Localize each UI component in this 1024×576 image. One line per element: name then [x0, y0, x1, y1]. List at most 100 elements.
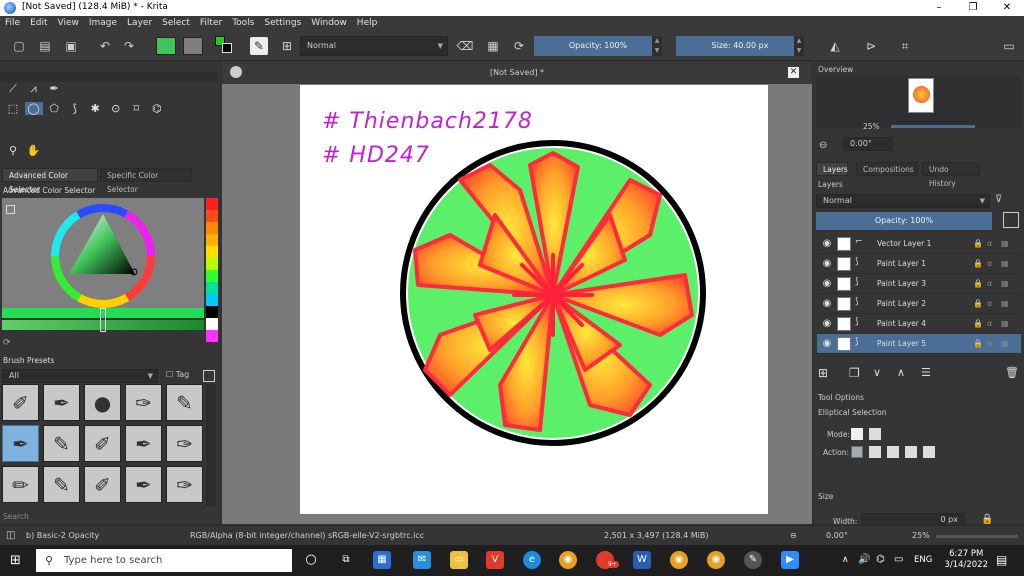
- close-window-button[interactable]: ✕: [990, 0, 1024, 16]
- brush-preset-airbrush-icon[interactable]: ●: [84, 384, 121, 421]
- checker-icon[interactable]: ▦: [1001, 339, 1009, 348]
- workspace-icon[interactable]: ▭: [1000, 37, 1018, 55]
- lock-ratio-icon[interactable]: 🔒: [981, 514, 993, 525]
- presets-scrollbar[interactable]: [206, 384, 216, 506]
- chrome-icon[interactable]: ◉: [559, 551, 577, 569]
- brush-preset-brush-icon[interactable]: ✒: [125, 425, 162, 462]
- layer-options-icon[interactable]: [1003, 212, 1019, 228]
- fill-pattern-button[interactable]: [183, 37, 203, 55]
- layer-row[interactable]: ◉ ⟆ Paint Layer 2 🔒 α ▦: [817, 294, 1021, 314]
- brush-preset-basic-icon[interactable]: ✒: [2, 425, 39, 462]
- visibility-eye-icon[interactable]: ◉: [821, 258, 833, 270]
- undo-icon[interactable]: ↶: [96, 37, 114, 55]
- windows-start-icon[interactable]: ⊞: [10, 553, 21, 568]
- brush-preset-fineliner-icon[interactable]: ✐: [84, 466, 121, 503]
- polyline-tool-icon[interactable]: ⩘: [25, 82, 43, 96]
- overview-rotation[interactable]: 0.00°: [843, 137, 893, 151]
- blend-mode-combo[interactable]: Normal ▼: [300, 36, 448, 56]
- document-canvas[interactable]: # Thienbach2178 # HD247: [300, 85, 768, 514]
- visibility-eye-icon[interactable]: ◉: [821, 338, 833, 350]
- action-add-icon[interactable]: [887, 446, 899, 458]
- menu-image[interactable]: Image: [84, 16, 122, 31]
- chrome-profile2-icon[interactable]: ◉: [707, 551, 725, 569]
- network-icon[interactable]: ⌬: [876, 554, 885, 565]
- mirror-vertical-icon[interactable]: ⊳: [862, 37, 880, 55]
- menu-settings[interactable]: Settings: [259, 16, 306, 31]
- brush-preset-pencil-icon[interactable]: ✎: [43, 425, 80, 462]
- visibility-eye-icon[interactable]: ◉: [821, 238, 833, 250]
- pan-tool-icon[interactable]: ✋: [25, 144, 43, 157]
- mode-pixel-icon[interactable]: [869, 428, 881, 440]
- edge-icon[interactable]: e: [523, 551, 541, 569]
- checker-icon[interactable]: ▦: [1001, 299, 1009, 308]
- layer-row[interactable]: ◉ ⟆ Paint Layer 1 🔒 α ▦: [817, 254, 1021, 274]
- eraser-mode-icon[interactable]: ⌫: [456, 37, 474, 55]
- tab-compositions[interactable]: Compositions: [856, 162, 918, 176]
- maximize-button[interactable]: ❐: [956, 0, 990, 16]
- zoom-status[interactable]: 25%: [912, 531, 930, 540]
- menu-view[interactable]: View: [53, 16, 84, 31]
- save-icon[interactable]: ▣: [62, 37, 80, 55]
- opacity-slider[interactable]: Opacity: 100% ▲ ▼: [534, 36, 662, 56]
- action-subtract-icon[interactable]: [905, 446, 917, 458]
- lock-icon[interactable]: 🔒: [973, 299, 983, 308]
- zoom-slider[interactable]: [936, 535, 1018, 538]
- brush-preset-blue-pen-icon[interactable]: ✎: [43, 466, 80, 503]
- alpha-inherit-icon[interactable]: α: [987, 259, 992, 268]
- volume-icon[interactable]: 🔊: [858, 554, 870, 565]
- polygon-select-icon[interactable]: ⬠: [45, 102, 63, 115]
- alpha-inherit-icon[interactable]: α: [987, 339, 992, 348]
- action-center-icon[interactable]: ▤: [996, 553, 1007, 567]
- checker-icon[interactable]: ▦: [1001, 259, 1009, 268]
- mirror-horizontal-icon[interactable]: ◭: [826, 37, 844, 55]
- cortana-icon[interactable]: ○: [302, 551, 320, 569]
- eyedropper-tool-icon[interactable]: ✒: [45, 82, 63, 95]
- tab-layers[interactable]: Layers: [816, 162, 848, 176]
- reload-preset-icon[interactable]: ⟳: [510, 37, 528, 55]
- move-layer-down-icon[interactable]: ∨: [873, 366, 881, 379]
- open-document-icon[interactable]: ▤: [36, 37, 54, 55]
- layer-row[interactable]: ◉ ⟆ Paint Layer 3 🔒 α ▦: [817, 274, 1021, 294]
- brush-search-input[interactable]: Search: [3, 512, 29, 521]
- brush-preset-icon[interactable]: ✎: [250, 37, 268, 55]
- brush-settings-icon[interactable]: ⊞: [278, 37, 296, 55]
- mode-replace-icon[interactable]: [851, 428, 863, 440]
- size-spin[interactable]: ▲ ▼: [794, 36, 804, 56]
- line-tool-icon[interactable]: ⟋: [4, 82, 22, 96]
- size-slider[interactable]: Size: 40.00 px ▲ ▼: [676, 36, 804, 56]
- brush-filter-combo[interactable]: All ▼: [2, 369, 158, 383]
- minimize-button[interactable]: –: [922, 0, 956, 16]
- brush-view-icon[interactable]: [203, 370, 215, 382]
- menu-filter[interactable]: Filter: [195, 16, 227, 31]
- layer-row[interactable]: ◉ ⟆ Paint Layer 5 🔒 α ▦: [817, 334, 1021, 354]
- lock-icon[interactable]: 🔒: [973, 319, 983, 328]
- ellipse-select-icon[interactable]: ◯: [24, 102, 43, 115]
- strip-marker[interactable]: [100, 308, 106, 332]
- lock-icon[interactable]: 🔒: [973, 239, 983, 248]
- fill-gradient-button[interactable]: [156, 37, 176, 55]
- magnetic-select-icon[interactable]: ⌬: [148, 102, 166, 115]
- add-layer-icon[interactable]: ⊞: [818, 366, 828, 380]
- overview-thumbnail[interactable]: [908, 78, 934, 113]
- action-replace-icon[interactable]: [851, 446, 863, 458]
- alpha-lock-icon[interactable]: ▦: [484, 37, 502, 55]
- zoom-app-icon[interactable]: ▶: [781, 551, 799, 569]
- menu-layer[interactable]: Layer: [122, 16, 157, 31]
- menu-file[interactable]: File: [0, 16, 25, 31]
- tag-button[interactable]: ☐ Tag: [166, 370, 189, 379]
- layer-blend-combo[interactable]: Normal ▼: [816, 194, 990, 208]
- tab-specific-color[interactable]: Specific Color Selector: [100, 168, 192, 194]
- brush-preset-color-pencil-icon[interactable]: ✏: [2, 466, 39, 503]
- visibility-eye-icon[interactable]: ◉: [821, 318, 833, 330]
- brush-preset-eraser-icon[interactable]: ✐: [2, 384, 39, 421]
- brush-preset-pen-icon[interactable]: ✒: [43, 384, 80, 421]
- action-symmetric-icon[interactable]: [923, 446, 935, 458]
- alpha-inherit-icon[interactable]: α: [987, 239, 992, 248]
- overview-panel[interactable]: [816, 76, 1021, 128]
- refresh-icon[interactable]: ⟳: [3, 338, 11, 348]
- action-intersect-icon[interactable]: [869, 446, 881, 458]
- menu-edit[interactable]: Edit: [25, 16, 52, 31]
- zoom-tool-icon[interactable]: ⚲: [4, 144, 22, 157]
- rotation-minus-icon[interactable]: ⊖: [790, 531, 797, 540]
- bezier-select-icon[interactable]: ⌑: [127, 102, 145, 115]
